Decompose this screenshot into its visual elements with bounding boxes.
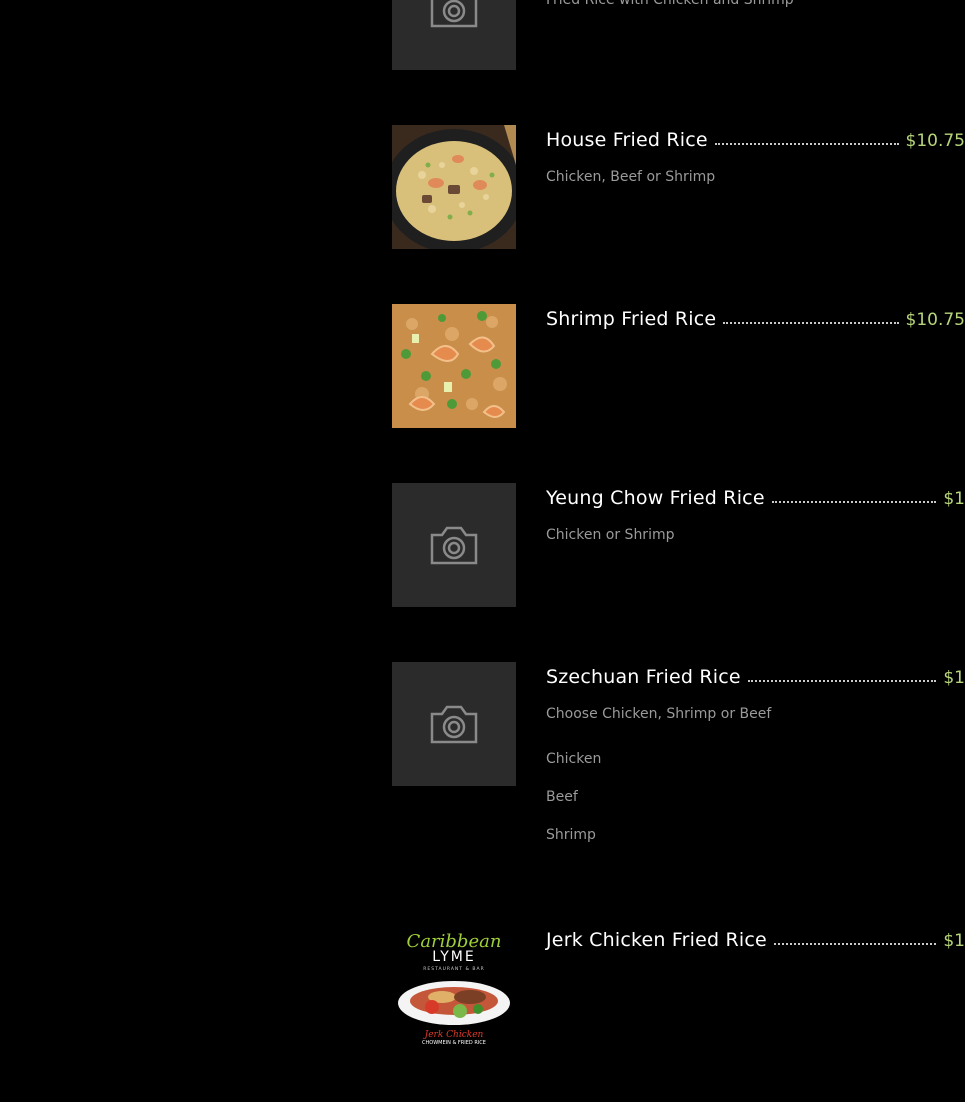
item-name: House Fried Rice (546, 129, 708, 151)
item-price: $1 (943, 489, 965, 509)
item-price: $1 (943, 931, 965, 951)
item-option[interactable]: Chicken (546, 750, 601, 788)
dotted-leader (714, 142, 899, 145)
camera-placeholder-icon (392, 0, 516, 70)
item-description: Choose Chicken, Shrimp or Beef (546, 706, 772, 722)
item-price: $1 (943, 668, 965, 688)
logo-subtext: RESTAURANT & BAR (423, 966, 484, 972)
dotted-leader (773, 942, 937, 945)
item-description: Chicken, Beef or Shrimp (546, 169, 716, 185)
item-options: Chicken Beef Shrimp (546, 750, 601, 864)
menu-item[interactable]: Fried Rice with Chicken and Shrimp (392, 0, 965, 70)
menu-item[interactable]: House Fried Rice $10.75 Chicken, Beef or… (392, 125, 965, 249)
item-name: Shrimp Fried Rice (546, 308, 717, 330)
logo-caption: CHOWMEIN & FRIED RICE (422, 1040, 486, 1046)
logo-caption-script: Jerk Chicken (423, 1030, 484, 1040)
dotted-leader (771, 500, 937, 503)
dotted-leader (747, 679, 937, 682)
logo-wordmark: LYME (432, 949, 475, 965)
item-description: Chicken or Shrimp (546, 527, 675, 543)
item-option[interactable]: Beef (546, 788, 601, 826)
item-title-row: Yeung Chow Fried Rice $1 (546, 487, 965, 509)
menu-item[interactable]: Szechuan Fried Rice $1 Choose Chicken, S… (392, 662, 965, 862)
menu-item[interactable]: Caribbean LYME RESTAURANT & BAR Jerk Chi… (392, 925, 965, 1049)
item-description: Fried Rice with Chicken and Shrimp (546, 0, 794, 8)
item-name: Szechuan Fried Rice (546, 666, 741, 688)
camera-placeholder-icon (392, 662, 516, 786)
item-title-row: Jerk Chicken Fried Rice $1 (546, 929, 965, 951)
item-option[interactable]: Shrimp (546, 826, 601, 864)
item-title-row: Shrimp Fried Rice $10.75 (546, 308, 965, 330)
camera-placeholder-icon (392, 483, 516, 607)
menu-item[interactable]: Shrimp Fried Rice $10.75 (392, 304, 965, 428)
fried-rice-wok-photo (392, 125, 516, 249)
shrimp-fried-rice-photo (392, 304, 516, 428)
item-title-row: Szechuan Fried Rice $1 (546, 666, 965, 688)
item-name: Jerk Chicken Fried Rice (546, 929, 767, 951)
item-name: Yeung Chow Fried Rice (546, 487, 765, 509)
item-price: $10.75 (905, 310, 965, 330)
item-price: $10.75 (905, 131, 965, 151)
menu-item[interactable]: Yeung Chow Fried Rice $1 Chicken or Shri… (392, 483, 965, 607)
dotted-leader (723, 321, 899, 324)
menu-list: Fried Rice with Chicken and Shrimp House… (0, 0, 965, 1102)
item-title-row: House Fried Rice $10.75 (546, 129, 965, 151)
caribbean-lyme-logo: Caribbean LYME RESTAURANT & BAR Jerk Chi… (392, 925, 516, 1049)
